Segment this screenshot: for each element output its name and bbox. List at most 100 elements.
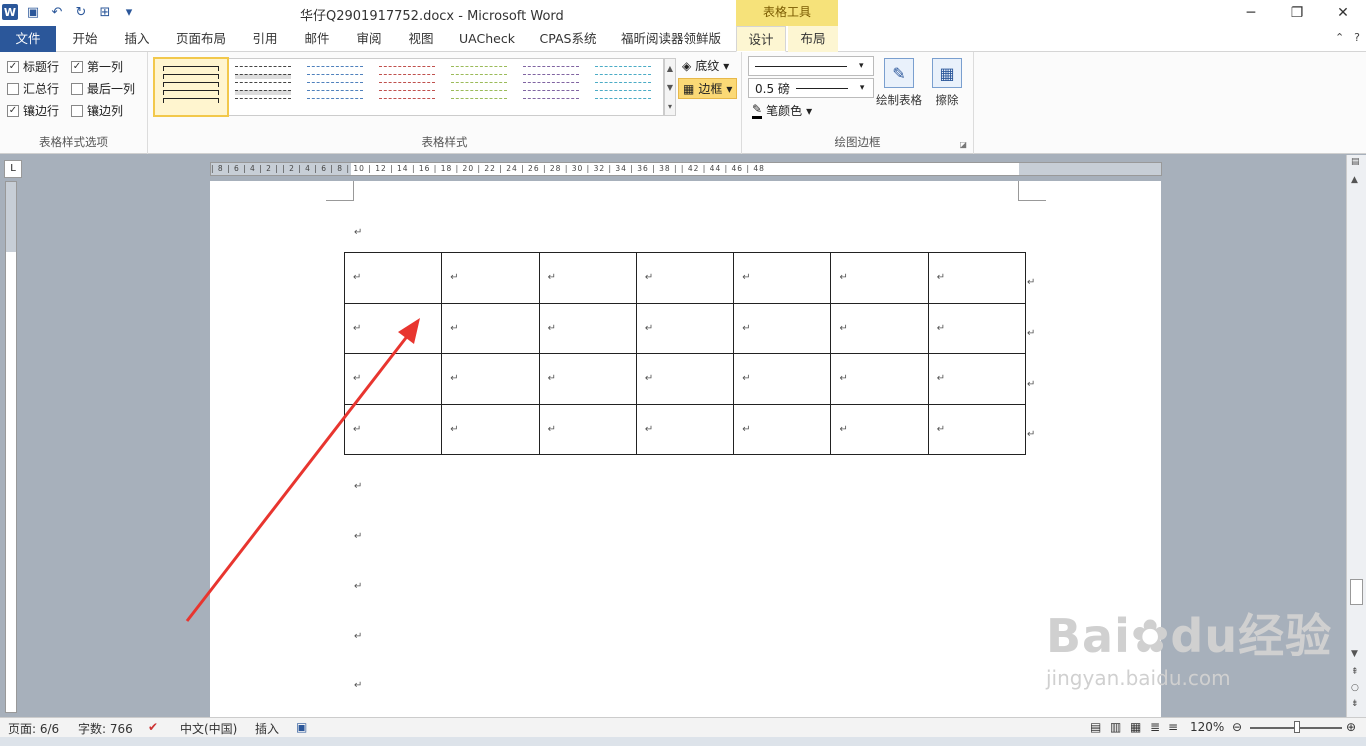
table-style-swatch[interactable]: [227, 59, 299, 115]
proofing-icon[interactable]: ✔: [148, 720, 158, 734]
page-count[interactable]: 页面: 6/6: [8, 720, 59, 737]
table-cell[interactable]: ↵: [927, 403, 1027, 455]
word-app-icon[interactable]: W: [2, 4, 18, 20]
checkbox-header-row[interactable]: ✓ 标题行: [7, 58, 59, 75]
language-status[interactable]: 中文(中国): [180, 720, 237, 737]
table-cell[interactable]: ↵: [538, 353, 637, 405]
table-cell[interactable]: ↵: [441, 252, 540, 304]
print-layout-icon[interactable]: ▤: [1090, 720, 1101, 734]
table-cell[interactable]: ↵: [441, 403, 540, 455]
table-cell[interactable]: ↵: [733, 403, 832, 455]
table-cell[interactable]: ↵: [830, 302, 929, 354]
web-layout-icon[interactable]: ▦: [1130, 720, 1141, 734]
tab-page-layout[interactable]: 页面布局: [168, 26, 234, 52]
restore-button[interactable]: ❐: [1274, 0, 1320, 26]
tab-insert[interactable]: 插入: [114, 26, 160, 52]
borders-button[interactable]: ▦ 边框 ▾: [678, 78, 738, 99]
gallery-scroll[interactable]: ▲ ▼ ▾: [664, 58, 676, 116]
table-cell[interactable]: ↵: [635, 302, 735, 354]
tab-design[interactable]: 设计: [736, 26, 786, 52]
customize-qat-icon[interactable]: ▾: [120, 3, 138, 21]
scroll-up-icon[interactable]: ▲: [1351, 175, 1358, 185]
ruler-toggle-icon[interactable]: ▤: [1351, 157, 1360, 167]
table-cell[interactable]: ↵: [538, 403, 637, 455]
zoom-in-icon[interactable]: ⊕: [1346, 720, 1356, 734]
table-cell[interactable]: ↵: [343, 353, 443, 405]
tab-mailings[interactable]: 邮件: [294, 26, 340, 52]
table-cell[interactable]: ↵: [343, 252, 443, 304]
table-cell[interactable]: ↵: [635, 403, 735, 455]
tab-review[interactable]: 审阅: [346, 26, 392, 52]
table-cell[interactable]: ↵: [635, 252, 735, 304]
zoom-slider-thumb[interactable]: [1294, 721, 1300, 733]
checkbox-first-column[interactable]: ✓ 第一列: [71, 58, 123, 75]
table-style-swatch[interactable]: [515, 59, 587, 115]
dialog-launcher-icon[interactable]: ◪: [959, 140, 967, 149]
eraser-button[interactable]: ▦ 擦除: [932, 58, 962, 108]
zoom-level[interactable]: 120%: [1190, 720, 1224, 734]
checkbox-banded-rows[interactable]: ✓ 镶边行: [7, 102, 59, 119]
undo-icon[interactable]: ↶: [48, 3, 66, 21]
draft-icon[interactable]: ≡: [1168, 720, 1178, 734]
tab-cpas[interactable]: CPAS系统: [530, 26, 606, 52]
document-table[interactable]: ↵ ↵ ↵ ↵ ↵ ↵ ↵ ↵ ↵ ↵ ↵ ↵ ↵ ↵ ↵ ↵ ↵ ↵ ↵ ↵ ↵ ↵ ↵ ↵ ↵ ↵ ↵ ↵: [343, 252, 1027, 455]
scroll-down-icon[interactable]: ▼: [1351, 649, 1358, 659]
full-screen-icon[interactable]: ▥: [1110, 720, 1121, 734]
shading-button[interactable]: ◈ 底纹 ▾: [682, 57, 729, 74]
tab-selector-button[interactable]: L: [4, 160, 22, 178]
line-style-select[interactable]: ▾: [748, 56, 874, 76]
table-cell[interactable]: ↵: [733, 302, 832, 354]
table-cell[interactable]: ↵: [343, 302, 443, 354]
insert-mode[interactable]: 插入: [255, 720, 279, 737]
table-style-swatch[interactable]: [443, 59, 515, 115]
table-cell[interactable]: ↵: [733, 353, 832, 405]
checkbox-banded-columns[interactable]: 镶边列: [71, 102, 123, 119]
horizontal-ruler[interactable]: | 8 | 6 | 4 | 2 | | 2 | 4 | 6 | 8 | 10 |…: [210, 162, 1162, 176]
tab-foxit[interactable]: 福昕阅读器领鲜版: [614, 26, 728, 52]
tab-uacheck[interactable]: UACheck: [452, 26, 522, 52]
word-count[interactable]: 字数: 766: [78, 720, 133, 737]
zoom-out-icon[interactable]: ⊖: [1232, 720, 1242, 734]
tab-home[interactable]: 开始: [62, 26, 108, 52]
table-style-swatch[interactable]: [587, 59, 659, 115]
document-page[interactable]: ↵ ↵ ↵ ↵ ↵ ↵ ↵ ↵ ↵ ↵ ↵ ↵ ↵ ↵ ↵ ↵ ↵ ↵ ↵ ↵ ↵ ↵ ↵ ↵ ↵ ↵ ↵ ↵ ↵ ↵ ↵ ↵ ↵ ↵…: [210, 181, 1161, 717]
tab-file[interactable]: 文件: [0, 26, 56, 52]
checkbox-total-row[interactable]: 汇总行: [7, 80, 59, 97]
pen-color-button[interactable]: ✎ 笔颜色 ▾: [752, 102, 812, 119]
structure-icon[interactable]: ⊞: [96, 3, 114, 21]
browse-object-icon[interactable]: ○: [1351, 683, 1359, 693]
help-icon[interactable]: ?: [1354, 31, 1360, 44]
redo-icon[interactable]: ↻: [72, 3, 90, 21]
minimize-button[interactable]: ─: [1228, 0, 1274, 26]
table-cell[interactable]: ↵: [441, 302, 540, 354]
table-cell[interactable]: ↵: [927, 353, 1027, 405]
table-cell[interactable]: ↵: [733, 252, 832, 304]
table-cell[interactable]: ↵: [343, 403, 443, 455]
tab-references[interactable]: 引用: [242, 26, 288, 52]
table-cell[interactable]: ↵: [927, 252, 1027, 304]
tab-view[interactable]: 视图: [398, 26, 444, 52]
draw-table-button[interactable]: ✎ 绘制表格: [876, 58, 922, 108]
table-cell[interactable]: ↵: [538, 252, 637, 304]
table-cell[interactable]: ↵: [830, 353, 929, 405]
scroll-thumb[interactable]: [1350, 579, 1363, 605]
table-cell[interactable]: ↵: [830, 252, 929, 304]
table-cell[interactable]: ↵: [927, 302, 1027, 354]
save-icon[interactable]: ▣: [24, 3, 42, 21]
table-cell[interactable]: ↵: [441, 353, 540, 405]
vertical-scrollbar[interactable]: ▤ ▲ ▼ ⇞ ○ ⇟: [1346, 155, 1366, 717]
table-style-swatch[interactable]: [371, 59, 443, 115]
table-cell[interactable]: ↵: [635, 353, 735, 405]
minimize-ribbon-icon[interactable]: ⌃: [1335, 31, 1344, 44]
close-button[interactable]: ✕: [1320, 0, 1366, 26]
line-weight-select[interactable]: 0.5 磅 ▾: [748, 78, 874, 98]
macro-record-icon[interactable]: ▣: [296, 720, 307, 734]
next-page-icon[interactable]: ⇟: [1351, 699, 1359, 709]
prev-page-icon[interactable]: ⇞: [1351, 667, 1359, 677]
table-cell[interactable]: ↵: [538, 302, 637, 354]
vertical-ruler[interactable]: [5, 181, 17, 713]
outline-icon[interactable]: ≣: [1150, 720, 1160, 734]
tab-layout[interactable]: 布局: [788, 26, 838, 52]
table-style-swatch[interactable]: [153, 57, 229, 117]
table-style-swatch[interactable]: [299, 59, 371, 115]
